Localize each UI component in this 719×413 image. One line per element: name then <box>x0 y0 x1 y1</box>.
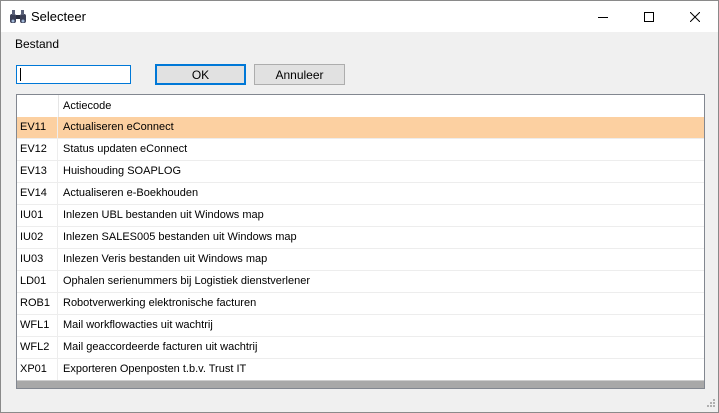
table-row[interactable]: WFL2 Mail geaccordeerde facturen uit wach… <box>17 337 704 359</box>
table-row[interactable]: LD01 Ophalen serienummers bij Logistiek d… <box>17 271 704 293</box>
cell-description: Inlezen SALES005 bestanden uit Windows m… <box>63 231 297 243</box>
cell-code: XP01 <box>17 359 58 380</box>
table-row[interactable]: IU03 Inlezen Veris bestanden uit Windows … <box>17 249 704 271</box>
cell-code: EV12 <box>17 139 58 160</box>
cell-description: Huishouding SOAPLOG <box>63 165 182 177</box>
column-header-actiecode[interactable]: Actiecode <box>59 95 111 117</box>
cancel-button[interactable]: Annuleer <box>254 64 345 85</box>
grid-header: Actiecode <box>17 95 704 118</box>
table-row[interactable]: EV13 Huishouding SOAPLOG <box>17 161 704 183</box>
cell-description: Mail geaccordeerde facturen uit wachtrij <box>63 341 258 353</box>
table-row[interactable]: EV12 Status updaten eConnect <box>17 139 704 161</box>
window-title: Selecteer <box>31 9 86 24</box>
cell-code: IU02 <box>17 227 58 248</box>
cell-description: Actualiseren eConnect <box>63 121 174 133</box>
minimize-button[interactable] <box>580 1 626 32</box>
select-dialog: Selecteer Bestand OK Annuleer Actiecode … <box>0 0 719 413</box>
ok-button[interactable]: OK <box>155 64 246 85</box>
maximize-button[interactable] <box>626 1 672 32</box>
cell-code: ROB1 <box>17 293 58 314</box>
minimize-icon <box>598 16 608 18</box>
column-header-code[interactable] <box>17 95 59 117</box>
action-grid[interactable]: Actiecode EV11 Actualiseren eConnect EV12 S… <box>16 94 705 389</box>
cell-code: WFL1 <box>17 315 58 336</box>
cell-description: Actualiseren e-Boekhouden <box>63 187 199 199</box>
table-row[interactable]: ROB1 Robotverwerking elektronische factur… <box>17 293 704 315</box>
cell-code: EV14 <box>17 183 58 204</box>
cell-code: IU01 <box>17 205 58 226</box>
close-button[interactable] <box>672 1 718 32</box>
resize-grip-icon[interactable] <box>704 398 716 410</box>
table-row[interactable]: XP01 Exporteren Openposten t.b.v. Trust I… <box>17 359 704 381</box>
title-bar[interactable]: Selecteer <box>1 1 718 32</box>
binoculars-icon <box>9 9 27 25</box>
cell-code: LD01 <box>17 271 58 292</box>
menu-bar: Bestand <box>1 32 718 57</box>
cell-description: Robotverwerking elektronische facturen <box>63 297 257 309</box>
cell-code: EV11 <box>17 117 58 138</box>
cell-description: Exporteren Openposten t.b.v. Trust IT <box>63 363 247 375</box>
table-row[interactable]: EV14 Actualiseren e-Boekhouden <box>17 183 704 205</box>
cell-description: Inlezen UBL bestanden uit Windows map <box>63 209 264 221</box>
table-row[interactable]: IU01 Inlezen UBL bestanden uit Windows ma… <box>17 205 704 227</box>
maximize-icon <box>644 11 654 22</box>
cell-code: EV13 <box>17 161 58 182</box>
search-input[interactable] <box>16 65 131 84</box>
table-row[interactable]: EV11 Actualiseren eConnect <box>17 117 704 139</box>
status-bar <box>1 392 718 412</box>
cell-description: Ophalen serienummers bij Logistiek diens… <box>63 275 311 287</box>
cell-description: Inlezen Veris bestanden uit Windows map <box>63 253 268 265</box>
text-caret <box>20 68 21 81</box>
grid-rows: EV11 Actualiseren eConnect EV12 Status upda… <box>17 117 704 381</box>
cell-code: IU03 <box>17 249 58 270</box>
cell-code: WFL2 <box>17 337 58 358</box>
table-row[interactable]: WFL1 Mail workflowacties uit wachtrij <box>17 315 704 337</box>
cell-description: Mail workflowacties uit wachtrij <box>63 319 213 331</box>
horizontal-scrollbar[interactable] <box>17 380 704 388</box>
table-row[interactable]: IU02 Inlezen SALES005 bestanden uit Windo… <box>17 227 704 249</box>
cell-description: Status updaten eConnect <box>63 143 188 155</box>
close-icon <box>690 11 700 22</box>
menu-bestand[interactable]: Bestand <box>7 32 67 57</box>
